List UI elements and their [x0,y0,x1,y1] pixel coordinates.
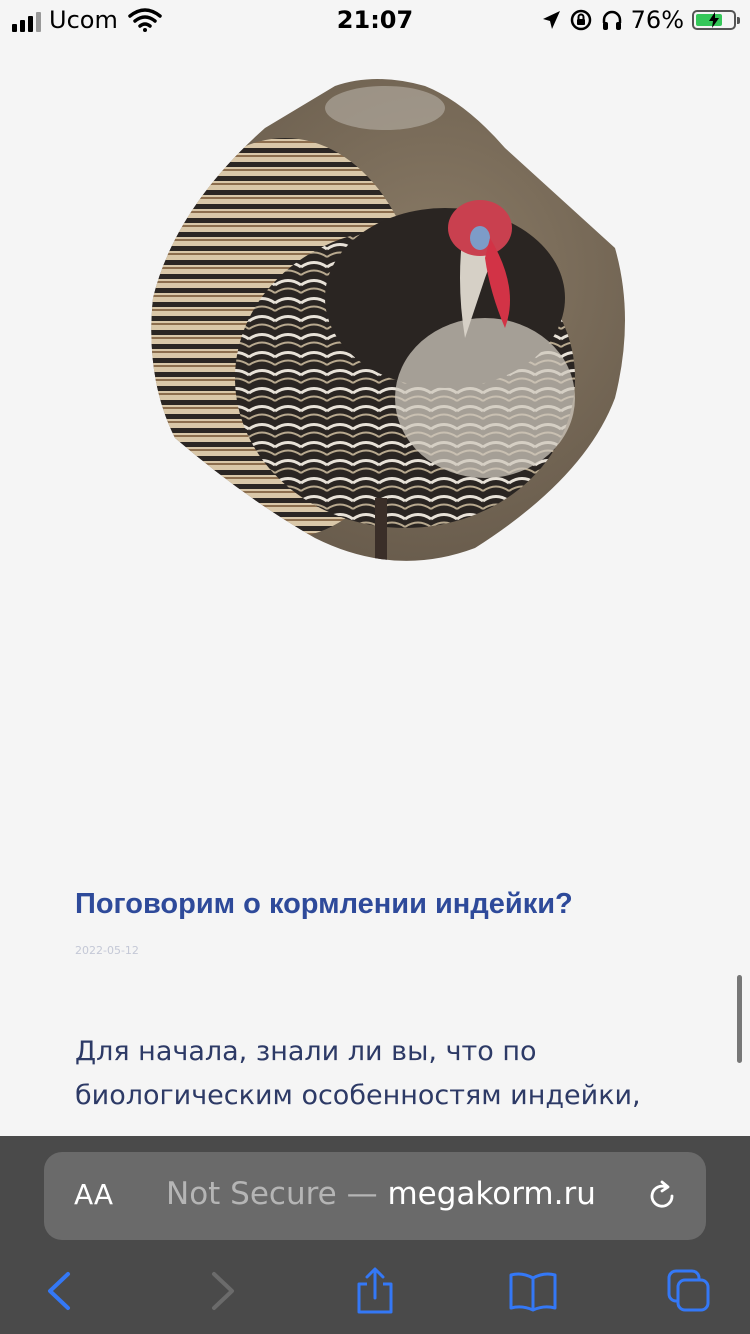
rotation-lock-icon [570,9,591,31]
share-icon[interactable] [350,1266,400,1316]
battery-icon [692,10,740,30]
text-size-button[interactable]: AA [74,1178,113,1211]
reload-icon[interactable] [644,1178,680,1214]
security-label: Not Secure — [166,1176,378,1212]
chevron-left-icon[interactable] [36,1266,86,1316]
turkey-photo [151,79,625,561]
article-body: Для начала, знали ли вы, что по биологич… [75,1036,641,1111]
book-icon[interactable] [508,1266,558,1316]
article-title: Поговорим о кормлении индейки? [75,888,573,920]
browser-toolbar: AA Not Secure — megakorm.ru [0,1136,750,1334]
scrollbar[interactable] [737,975,742,1063]
chevron-right-icon[interactable] [196,1266,246,1316]
domain-label: megakorm.ru [387,1176,596,1212]
tabs-icon[interactable] [664,1266,714,1316]
url-display[interactable]: Not Secure — megakorm.ru [166,1176,596,1212]
headphones-icon [602,10,621,30]
location-icon [542,11,560,29]
status-bar: Ucom 21:07 76% [0,0,750,40]
article-date: 2022-05-12 [75,944,139,957]
battery-percent: 76% [630,6,684,34]
address-bar[interactable]: AA Not Secure — megakorm.ru [44,1152,706,1240]
